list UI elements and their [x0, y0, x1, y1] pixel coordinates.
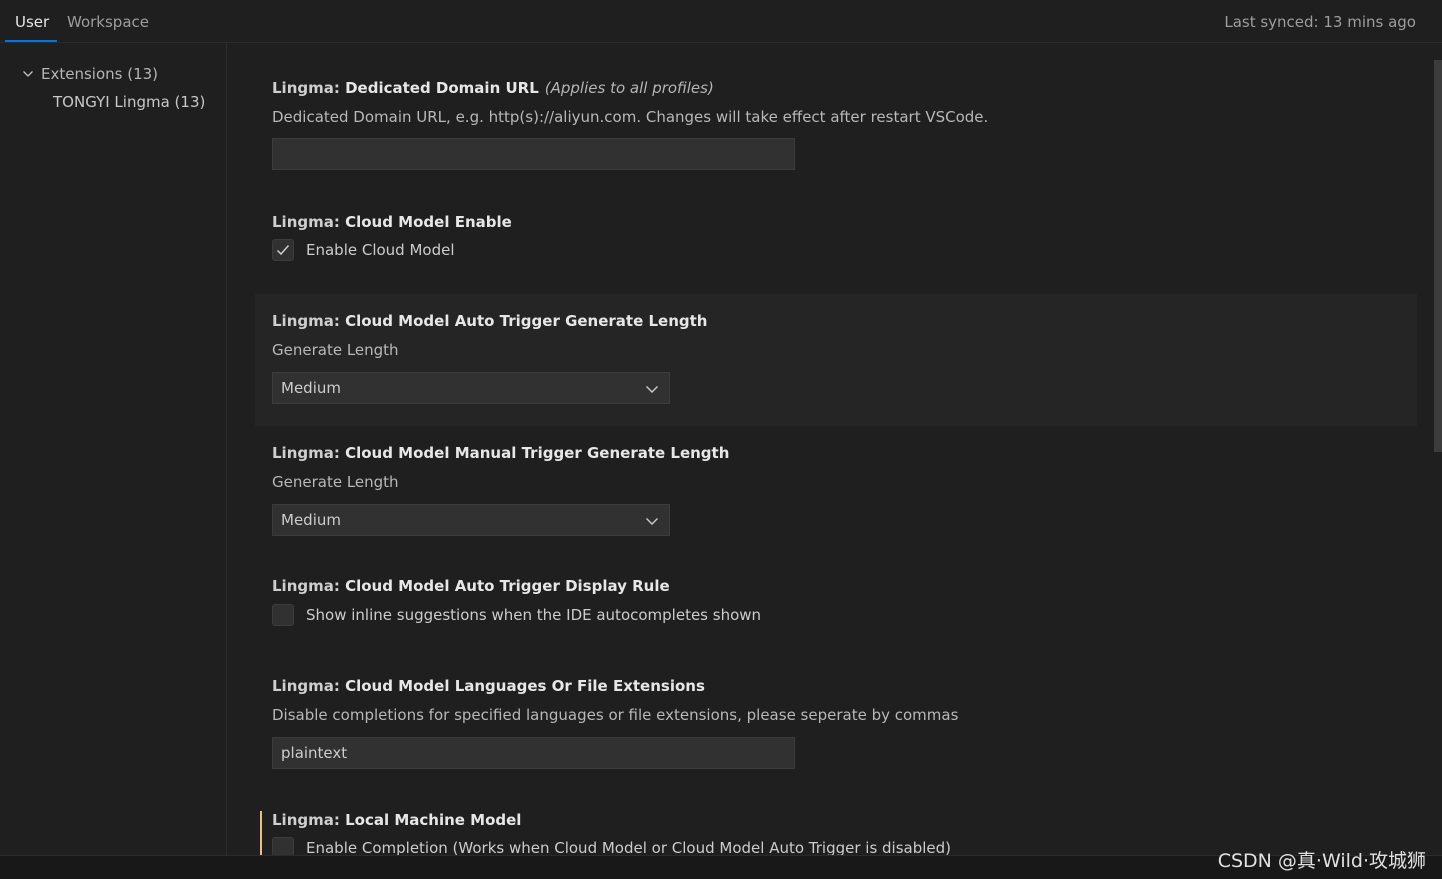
dedicated-domain-url-input[interactable]: [272, 138, 795, 170]
setting-title: Lingma: Cloud Model Manual Trigger Gener…: [272, 444, 729, 462]
setting-category: Lingma:: [272, 213, 346, 231]
setting-category: Lingma:: [272, 79, 346, 97]
setting-title: Lingma: Cloud Model Languages Or File Ex…: [272, 677, 705, 695]
setting-description: Generate Length: [272, 473, 399, 491]
watermark: CSDN @真·Wild·攻城狮: [1217, 850, 1426, 872]
setting-manual-trigger-generate-length: Lingma: Cloud Model Manual Trigger Gener…: [255, 426, 1417, 558]
setting-name: Cloud Model Languages Or File Extensions: [345, 677, 705, 695]
checkbox-label[interactable]: Enable Cloud Model: [306, 241, 455, 259]
setting-name: Cloud Model Enable: [345, 213, 512, 231]
chevron-down-icon: [646, 386, 658, 393]
setting-category: Lingma:: [272, 444, 346, 462]
chevron-down-icon: [646, 518, 658, 525]
select-value: Medium: [281, 511, 341, 529]
setting-dedicated-domain-url: Lingma: Dedicated Domain URL (Applies to …: [255, 43, 1417, 193]
setting-name: Cloud Model Auto Trigger Display Rule: [345, 577, 670, 595]
languages-input[interactable]: [272, 737, 795, 769]
setting-title: Lingma: Dedicated Domain URL (Applies to …: [272, 79, 714, 97]
checkbox-label[interactable]: Show inline suggestions when the IDE aut…: [306, 606, 761, 624]
cloud-model-enable-checkbox[interactable]: [272, 239, 294, 261]
setting-category: Lingma:: [272, 677, 346, 695]
settings-header: User Workspace Last synced: 13 mins ago: [0, 0, 1442, 43]
local-machine-model-checkbox[interactable]: [272, 837, 294, 855]
setting-category: Lingma:: [272, 312, 346, 330]
tab-user[interactable]: User: [15, 13, 49, 31]
setting-languages-or-file-extensions: Lingma: Cloud Model Languages Or File Ex…: [255, 658, 1417, 792]
setting-cloud-model-enable: Lingma: Cloud Model Enable Enable Cloud …: [255, 193, 1417, 293]
setting-name: Local Machine Model: [345, 811, 522, 829]
tab-workspace[interactable]: Workspace: [67, 13, 149, 31]
toc-item-tongyi-lingma[interactable]: TONGYI Lingma (13): [53, 93, 205, 111]
modified-indicator: [260, 811, 262, 855]
manual-trigger-length-select[interactable]: Medium: [272, 504, 670, 536]
setting-description: Dedicated Domain URL, e.g. http(s)://ali…: [272, 108, 989, 126]
setting-scope: (Applies to all profiles): [544, 79, 714, 97]
settings-toc: Extensions (13) TONGYI Lingma (13): [0, 43, 227, 855]
active-tab-indicator: [5, 40, 57, 42]
setting-description: Generate Length: [272, 341, 399, 359]
setting-title: Lingma: Cloud Model Enable: [272, 213, 512, 231]
sync-status: Last synced: 13 mins ago: [1224, 13, 1416, 31]
vertical-scrollbar[interactable]: [1434, 60, 1442, 452]
setting-title: Lingma: Local Machine Model: [272, 811, 521, 829]
setting-name: Cloud Model Manual Trigger Generate Leng…: [345, 444, 730, 462]
toc-item-extensions[interactable]: Extensions (13): [22, 65, 158, 83]
setting-category: Lingma:: [272, 811, 346, 829]
display-rule-checkbox[interactable]: [272, 604, 294, 626]
select-value: Medium: [281, 379, 341, 397]
setting-category: Lingma:: [272, 577, 346, 595]
setting-auto-trigger-display-rule: Lingma: Cloud Model Auto Trigger Display…: [255, 558, 1417, 658]
setting-title: Lingma: Cloud Model Auto Trigger Generat…: [272, 312, 708, 330]
setting-auto-trigger-generate-length: Lingma: Cloud Model Auto Trigger Generat…: [255, 294, 1417, 426]
setting-name: Cloud Model Auto Trigger Generate Length: [345, 312, 708, 330]
setting-description: Disable completions for specified langua…: [272, 706, 959, 724]
setting-title: Lingma: Cloud Model Auto Trigger Display…: [272, 577, 670, 595]
checkbox-label[interactable]: Enable Completion (Works when Cloud Mode…: [306, 839, 951, 855]
settings-list: Lingma: Dedicated Domain URL (Applies to …: [227, 43, 1442, 855]
check-icon: [276, 245, 290, 256]
chevron-down-icon: [23, 71, 33, 77]
setting-name: Dedicated Domain URL: [345, 79, 539, 97]
toc-item-label: Extensions (13): [41, 65, 159, 83]
auto-trigger-length-select[interactable]: Medium: [272, 372, 670, 404]
